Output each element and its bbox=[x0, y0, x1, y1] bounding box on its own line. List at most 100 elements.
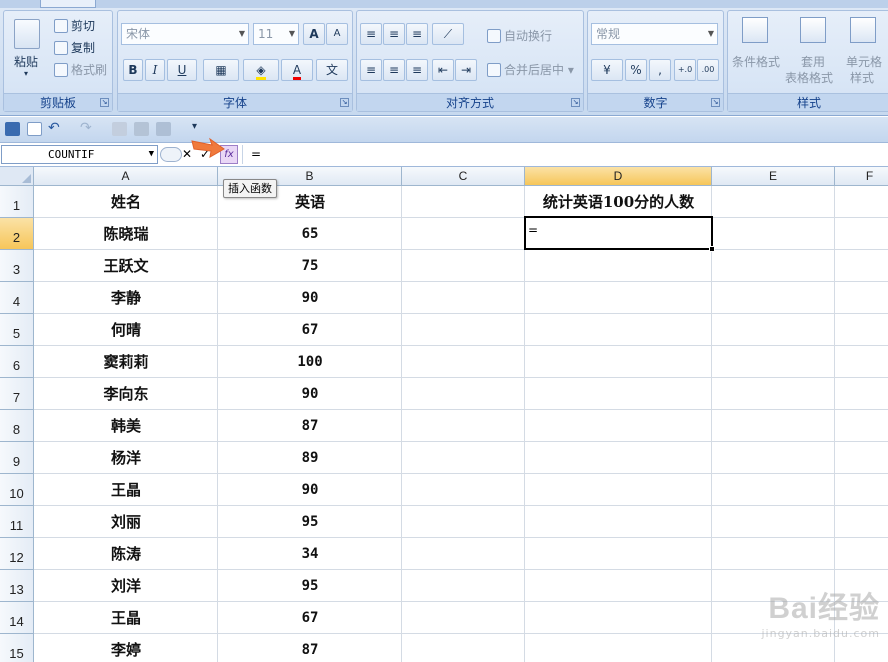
score-cell[interactable]: 95 bbox=[218, 570, 402, 602]
number-format-combo[interactable]: 常规 ▼ bbox=[591, 23, 718, 45]
number-launcher-icon[interactable]: ↘ bbox=[711, 98, 720, 107]
name-cell[interactable]: 李静 bbox=[34, 282, 218, 314]
row-header-10[interactable]: 10 bbox=[0, 474, 34, 506]
currency-button[interactable]: ¥ bbox=[591, 59, 623, 81]
name-cell[interactable]: 王晶 bbox=[34, 474, 218, 506]
merge-center-button[interactable]: 合并后居中 ▾ bbox=[487, 61, 574, 78]
italic-button[interactable]: I bbox=[145, 59, 165, 81]
wrap-text-button[interactable]: 自动换行 bbox=[487, 27, 552, 44]
name-cell[interactable]: 窦莉莉 bbox=[34, 346, 218, 378]
comma-button[interactable]: , bbox=[649, 59, 671, 81]
score-cell[interactable]: 67 bbox=[218, 602, 402, 634]
name-cell[interactable]: 杨洋 bbox=[34, 442, 218, 474]
align-middle-button[interactable]: ≡ bbox=[383, 23, 405, 45]
row-header-3[interactable]: 3 bbox=[0, 250, 34, 282]
undo-icon[interactable]: ↶ bbox=[48, 121, 63, 136]
fill-color-button[interactable]: ◈ bbox=[243, 59, 279, 81]
cell-styles-label-1[interactable]: 单元格 bbox=[846, 53, 882, 70]
format-as-table-label-2[interactable]: 表格格式 bbox=[785, 69, 833, 86]
align-top-button[interactable]: ≡ bbox=[360, 23, 382, 45]
score-cell[interactable]: 67 bbox=[218, 314, 402, 346]
name-cell[interactable]: 陈涛 bbox=[34, 538, 218, 570]
row-header-13[interactable]: 13 bbox=[0, 570, 34, 602]
save-icon[interactable] bbox=[5, 122, 20, 136]
row-header-7[interactable]: 7 bbox=[0, 378, 34, 410]
align-right-button[interactable]: ≡ bbox=[406, 59, 428, 81]
align-left-button[interactable]: ≡ bbox=[360, 59, 382, 81]
score-cell[interactable]: 90 bbox=[218, 474, 402, 506]
bold-button[interactable]: B bbox=[123, 59, 143, 81]
score-cell[interactable]: 95 bbox=[218, 506, 402, 538]
grow-font-button[interactable]: A bbox=[303, 23, 325, 45]
row-header-5[interactable]: 5 bbox=[0, 314, 34, 346]
name-cell[interactable]: 王晶 bbox=[34, 602, 218, 634]
select-all-corner[interactable] bbox=[0, 167, 34, 186]
copy-button[interactable]: 复制 bbox=[54, 39, 95, 56]
score-cell[interactable]: 65 bbox=[218, 218, 402, 250]
format-painter-button[interactable]: 格式刷 bbox=[54, 61, 107, 78]
redo-icon[interactable]: ↷ bbox=[80, 121, 95, 136]
cell-styles-label-2[interactable]: 样式 bbox=[850, 69, 874, 86]
row-header-8[interactable]: 8 bbox=[0, 410, 34, 442]
column-header-e[interactable]: E bbox=[712, 167, 835, 186]
name-cell[interactable]: 李婷 bbox=[34, 634, 218, 662]
name-cell[interactable]: 王跃文 bbox=[34, 250, 218, 282]
name-cell[interactable]: 陈晓瑞 bbox=[34, 218, 218, 250]
name-cell[interactable]: 何晴 bbox=[34, 314, 218, 346]
score-cell[interactable]: 100 bbox=[218, 346, 402, 378]
name-box[interactable]: COUNTIF ▼ bbox=[1, 145, 158, 164]
paste-dropdown-icon[interactable]: ▾ bbox=[24, 69, 28, 78]
active-cell-d2[interactable]: = bbox=[524, 216, 715, 252]
formula-bar-toggle[interactable] bbox=[160, 147, 182, 162]
font-name-combo[interactable]: 宋体 ▼ bbox=[121, 23, 249, 45]
chart-icon[interactable] bbox=[134, 122, 149, 136]
phonetic-button[interactable]: 文 bbox=[316, 59, 348, 81]
name-cell[interactable]: 李向东 bbox=[34, 378, 218, 410]
row-header-14[interactable]: 14 bbox=[0, 602, 34, 634]
row-header-1[interactable]: 1 bbox=[0, 186, 34, 218]
font-color-button[interactable]: A bbox=[281, 59, 313, 81]
decrease-decimal-button[interactable]: .00 bbox=[697, 59, 719, 81]
decrease-indent-button[interactable]: ⇤ bbox=[432, 59, 454, 81]
score-cell[interactable]: 87 bbox=[218, 634, 402, 662]
score-cell[interactable]: 89 bbox=[218, 442, 402, 474]
clipboard-launcher-icon[interactable]: ↘ bbox=[100, 98, 109, 107]
font-launcher-icon[interactable]: ↘ bbox=[340, 98, 349, 107]
align-center-button[interactable]: ≡ bbox=[383, 59, 405, 81]
paste-button[interactable]: 粘贴 bbox=[14, 53, 38, 70]
cell-a1-header[interactable]: 姓名 bbox=[34, 186, 218, 218]
shrink-font-button[interactable]: A bbox=[326, 23, 348, 45]
row-header-11[interactable]: 11 bbox=[0, 506, 34, 538]
name-cell[interactable]: 刘丽 bbox=[34, 506, 218, 538]
orientation-button[interactable]: ⟋ bbox=[432, 23, 464, 45]
row-header-6[interactable]: 6 bbox=[0, 346, 34, 378]
score-cell[interactable]: 90 bbox=[218, 282, 402, 314]
customize-qat-icon[interactable]: ▾ bbox=[192, 122, 207, 136]
underline-button[interactable]: U bbox=[167, 59, 197, 81]
column-header-c[interactable]: C bbox=[402, 167, 525, 186]
score-cell[interactable]: 90 bbox=[218, 378, 402, 410]
sort-icon[interactable] bbox=[112, 122, 127, 136]
align-bottom-button[interactable]: ≡ bbox=[406, 23, 428, 45]
percent-button[interactable]: % bbox=[625, 59, 647, 81]
row-header-9[interactable]: 9 bbox=[0, 442, 34, 474]
score-cell[interactable]: 87 bbox=[218, 410, 402, 442]
increase-decimal-button[interactable]: +.0 bbox=[674, 59, 696, 81]
fill-handle[interactable] bbox=[709, 246, 715, 252]
score-cell[interactable]: 75 bbox=[218, 250, 402, 282]
increase-indent-button[interactable]: ⇥ bbox=[455, 59, 477, 81]
score-cell[interactable]: 34 bbox=[218, 538, 402, 570]
font-size-combo[interactable]: 11 ▼ bbox=[253, 23, 299, 45]
cut-button[interactable]: 剪切 bbox=[54, 17, 95, 34]
conditional-formatting-button[interactable]: 条件格式 bbox=[732, 53, 780, 70]
row-header-12[interactable]: 12 bbox=[0, 538, 34, 570]
cell-d1-header[interactable]: 统计英语100分的人数 bbox=[525, 186, 712, 218]
row-header-4[interactable]: 4 bbox=[0, 282, 34, 314]
format-as-table-label-1[interactable]: 套用 bbox=[801, 53, 825, 70]
column-header-a[interactable]: A bbox=[34, 167, 218, 186]
alignment-launcher-icon[interactable]: ↘ bbox=[571, 98, 580, 107]
border-button[interactable]: ▦ bbox=[203, 59, 239, 81]
tab-home[interactable] bbox=[40, 0, 96, 8]
name-cell[interactable]: 韩美 bbox=[34, 410, 218, 442]
column-header-f[interactable]: F bbox=[835, 167, 888, 186]
